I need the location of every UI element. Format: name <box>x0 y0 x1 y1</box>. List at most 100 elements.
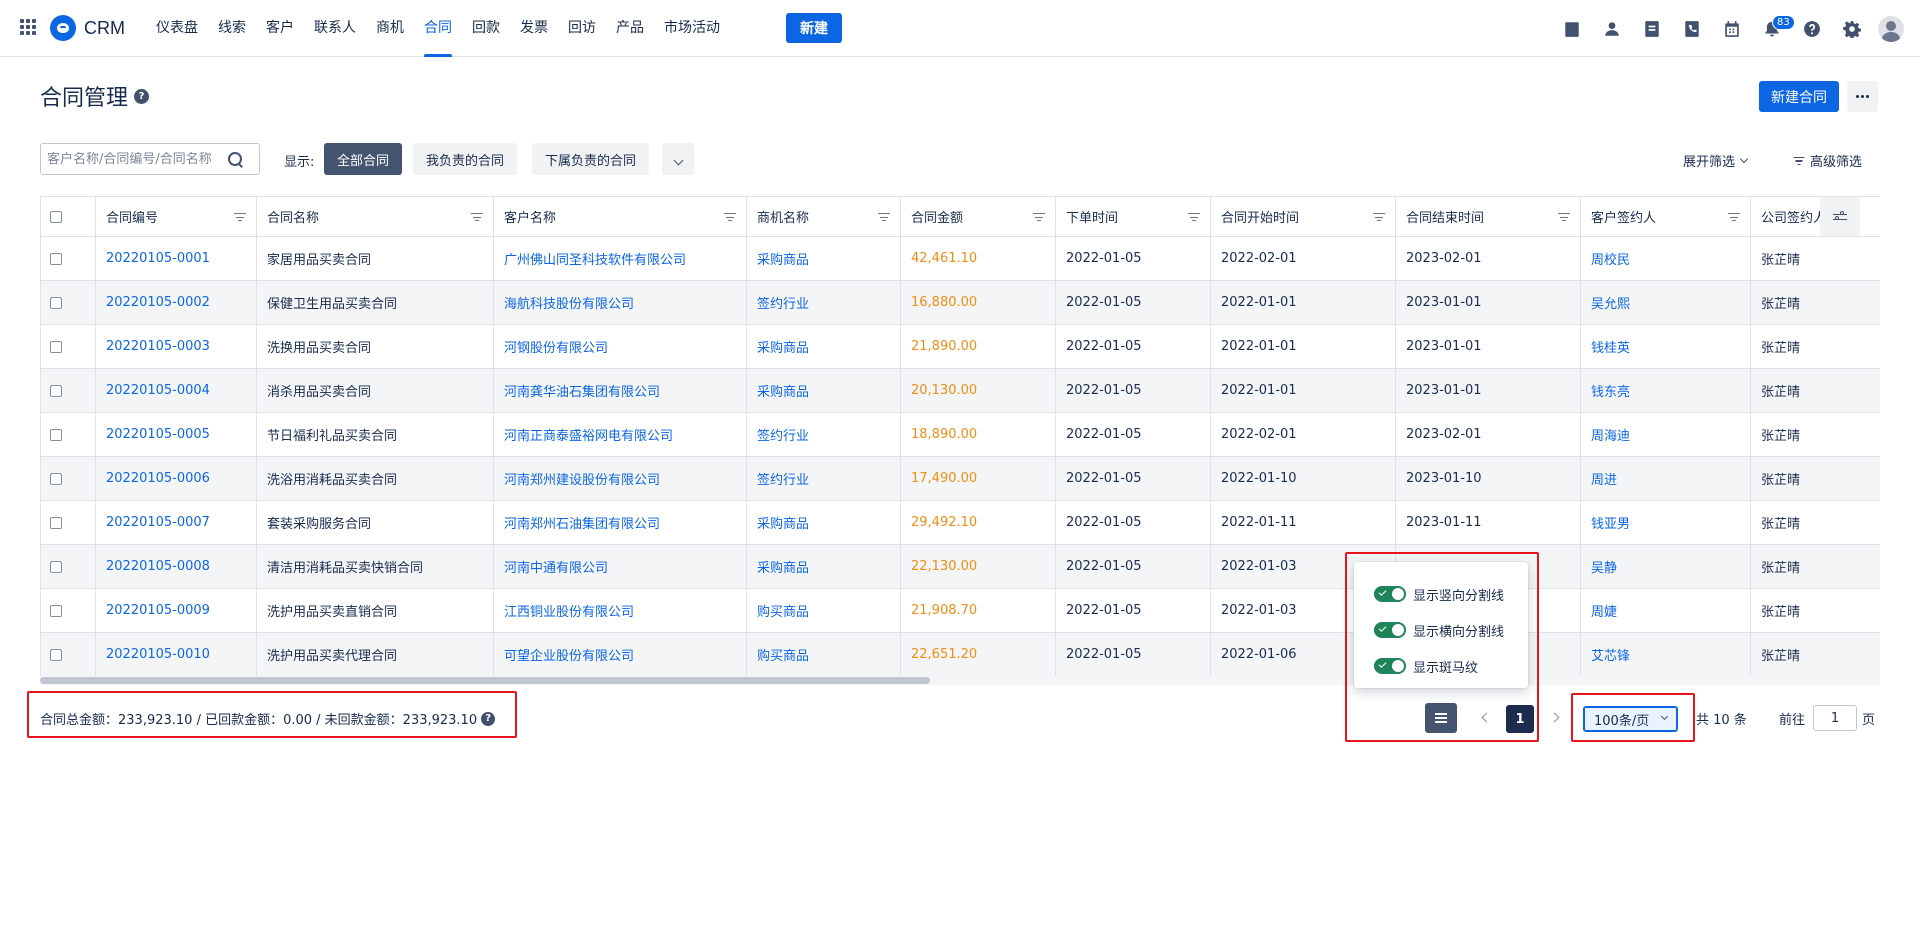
next-page-button[interactable] <box>1548 709 1564 727</box>
column-header[interactable]: 客户签约人 <box>1580 196 1751 237</box>
cell-link[interactable]: 河南龚华油石集团有限公司 <box>504 385 660 400</box>
expand-filter-button[interactable]: 展开筛选 <box>1683 151 1749 170</box>
cell-link[interactable]: 20220105-0003 <box>106 339 210 354</box>
column-filter-icon[interactable] <box>1558 212 1570 222</box>
cell-link[interactable]: 采购商品 <box>757 517 809 532</box>
nav-item[interactable]: 客户 <box>256 0 304 57</box>
column-filter-icon[interactable] <box>1188 212 1200 222</box>
table-row[interactable]: 20220105-0009 洗护用品买卖直销合同 江西铜业股份有限公司 购买商品 21,… <box>40 588 1880 633</box>
display-option[interactable]: 显示竖向分割线 <box>1374 576 1528 612</box>
table-row[interactable]: 20220105-0008 清洁用消耗品买卖快销合同 河南中通有限公司 采购商品 22,… <box>40 544 1880 589</box>
app-switcher-icon[interactable] <box>20 19 36 35</box>
row-checkbox[interactable] <box>50 252 62 265</box>
column-filter-icon[interactable] <box>1728 212 1740 222</box>
cell-link[interactable]: 江西铜业股份有限公司 <box>504 605 634 620</box>
page-size-select[interactable]: 100条/页 <box>1583 706 1678 732</box>
note-icon[interactable] <box>1632 13 1672 45</box>
table-row[interactable]: 20220105-0007 套装采购服务合同 河南郑州石油集团有限公司 采购商品 29,… <box>40 500 1880 545</box>
cell-link[interactable]: 海航科技股份有限公司 <box>504 297 634 312</box>
advanced-filter-button[interactable]: 高级筛选 <box>1793 151 1862 170</box>
nav-item[interactable]: 商机 <box>366 0 414 57</box>
create-button[interactable]: 新建 <box>786 13 842 43</box>
table-row[interactable]: 20220105-0006 洗浴用消耗品买卖合同 河南郑州建设股份有限公司 签约行业 1… <box>40 456 1880 501</box>
column-header[interactable]: 合同名称 <box>256 196 494 237</box>
help-icon[interactable] <box>1792 13 1832 45</box>
cell-link[interactable]: 吴允熙 <box>1591 297 1630 312</box>
cell-link[interactable]: 钱桂英 <box>1591 341 1630 356</box>
contact-icon[interactable] <box>1592 13 1632 45</box>
cell-link[interactable]: 周海迪 <box>1591 429 1630 444</box>
nav-item[interactable]: 联系人 <box>304 0 366 57</box>
toggle-switch[interactable] <box>1374 658 1406 674</box>
toggle-switch[interactable] <box>1374 586 1406 602</box>
row-checkbox[interactable] <box>50 516 62 529</box>
cell-link[interactable]: 周婕 <box>1591 605 1617 620</box>
cell-link[interactable]: 20220105-0006 <box>106 471 210 486</box>
display-option[interactable]: 显示横向分割线 <box>1374 612 1528 648</box>
nav-item[interactable]: 合同 <box>414 0 462 57</box>
cell-link[interactable]: 签约行业 <box>757 297 809 312</box>
cell-link[interactable]: 20220105-0007 <box>106 515 210 530</box>
nav-item[interactable]: 市场活动 <box>654 0 730 57</box>
column-header[interactable]: 客户名称 <box>493 196 747 237</box>
calendar-icon[interactable] <box>1712 13 1752 45</box>
row-checkbox[interactable] <box>50 604 62 617</box>
column-header[interactable]: 下单时间 <box>1055 196 1211 237</box>
prev-page-button[interactable] <box>1477 709 1493 727</box>
cell-link[interactable]: 艾芯锋 <box>1591 649 1630 664</box>
cell-link[interactable]: 可望企业股份有限公司 <box>504 649 634 664</box>
cell-link[interactable]: 采购商品 <box>757 385 809 400</box>
page-number-button[interactable]: 1 <box>1506 705 1534 733</box>
column-filter-icon[interactable] <box>1373 212 1385 222</box>
new-contract-button[interactable]: 新建合同 <box>1759 81 1839 112</box>
row-checkbox[interactable] <box>50 384 62 397</box>
gear-icon[interactable] <box>1832 13 1872 45</box>
scrollbar-thumb[interactable] <box>40 677 930 684</box>
nav-item[interactable]: 线索 <box>208 0 256 57</box>
table-row[interactable]: 20220105-0005 节日福利礼品买卖合同 河南正商泰盛裕网电有限公司 签约行业… <box>40 412 1880 457</box>
row-checkbox[interactable] <box>50 340 62 353</box>
cell-link[interactable]: 吴静 <box>1591 561 1617 576</box>
cell-link[interactable]: 签约行业 <box>757 473 809 488</box>
column-filter-icon[interactable] <box>878 212 890 222</box>
cell-link[interactable]: 20220105-0009 <box>106 603 210 618</box>
row-checkbox[interactable] <box>50 428 62 441</box>
task-icon[interactable] <box>1552 13 1592 45</box>
cell-link[interactable]: 签约行业 <box>757 429 809 444</box>
cell-link[interactable]: 周校民 <box>1591 253 1630 268</box>
cell-link[interactable]: 钱亚男 <box>1591 517 1630 532</box>
toggle-switch[interactable] <box>1374 622 1406 638</box>
table-row[interactable]: 20220105-0010 洗护用品买卖代理合同 可望企业股份有限公司 购买商品 22,… <box>40 632 1880 677</box>
cell-link[interactable]: 购买商品 <box>757 649 809 664</box>
view-more-dropdown[interactable] <box>662 143 694 175</box>
cell-link[interactable]: 河南郑州石油集团有限公司 <box>504 517 660 532</box>
nav-item[interactable]: 产品 <box>606 0 654 57</box>
nav-item[interactable]: 仪表盘 <box>146 0 208 57</box>
column-header[interactable]: 合同金额 <box>900 196 1056 237</box>
column-filter-icon[interactable] <box>471 212 483 222</box>
bell-icon[interactable]: 83 <box>1752 13 1795 45</box>
search-input[interactable] <box>47 151 227 167</box>
row-checkbox[interactable] <box>50 472 62 485</box>
cell-link[interactable]: 河南正商泰盛裕网电有限公司 <box>504 429 673 444</box>
cell-link[interactable]: 采购商品 <box>757 341 809 356</box>
table-row[interactable]: 20220105-0003 洗换用品买卖合同 河钢股份有限公司 采购商品 21,890.… <box>40 324 1880 369</box>
cell-link[interactable]: 20220105-0010 <box>106 647 210 662</box>
select-all-checkbox[interactable] <box>50 210 62 223</box>
row-checkbox[interactable] <box>50 296 62 309</box>
column-header[interactable]: 公司签约人 <box>1750 196 1880 237</box>
view-segment[interactable]: 全部合同 <box>324 143 403 175</box>
column-settings-button[interactable] <box>1820 197 1860 236</box>
column-filter-icon[interactable] <box>234 212 246 222</box>
nav-item[interactable]: 回访 <box>558 0 606 57</box>
cell-link[interactable]: 采购商品 <box>757 561 809 576</box>
help-icon[interactable]: ? <box>481 711 496 726</box>
cell-link[interactable]: 采购商品 <box>757 253 809 268</box>
nav-item[interactable]: 发票 <box>510 0 558 57</box>
phone-icon[interactable] <box>1672 13 1712 45</box>
cell-link[interactable]: 20220105-0005 <box>106 427 210 442</box>
cell-link[interactable]: 河钢股份有限公司 <box>504 341 608 356</box>
table-density-button[interactable] <box>1425 703 1457 733</box>
column-header[interactable]: 合同编号 <box>95 196 257 237</box>
more-actions-button[interactable] <box>1847 81 1878 112</box>
